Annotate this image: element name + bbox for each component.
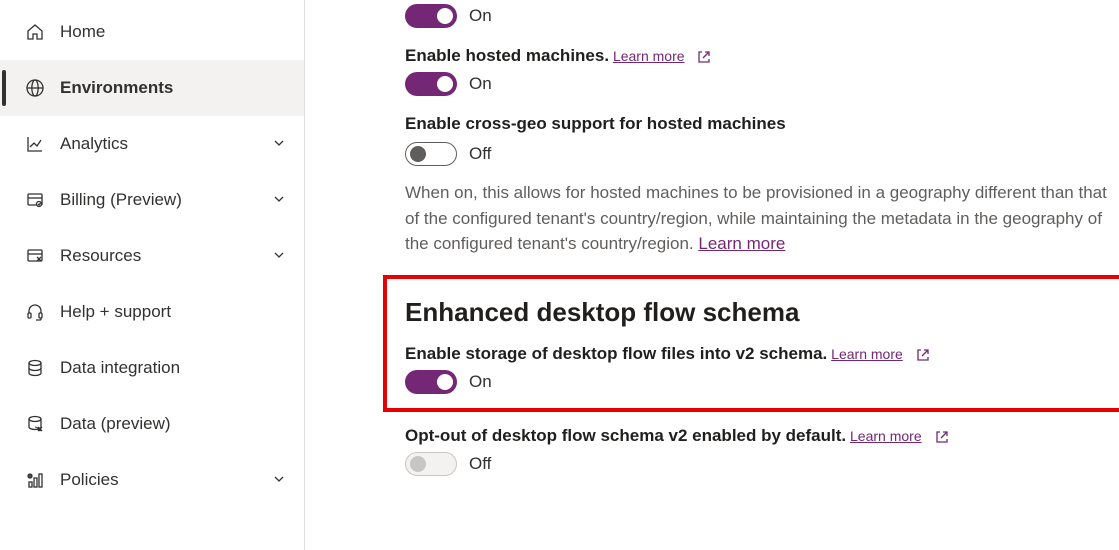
toggle-state-label: Off [469,454,491,474]
sidebar-item-help[interactable]: Help + support [0,284,304,340]
sidebar-item-environments[interactable]: Environments [0,60,304,116]
home-icon [24,21,46,43]
sidebar-item-resources[interactable]: Resources [0,228,304,284]
sidebar-item-label: Billing (Preview) [60,190,272,210]
toggle-state-label: Off [469,144,491,164]
data-preview-icon [24,413,46,435]
external-link-icon [934,429,950,445]
setting-label-hosted-machines: Enable hosted machines. [405,46,609,65]
sidebar-item-label: Data (preview) [60,414,288,434]
learn-more-link[interactable]: Learn more [613,48,685,64]
setting-label-cross-geo: Enable cross-geo support for hosted mach… [405,114,1119,134]
sidebar: Home Environments Analytics [0,0,305,550]
setting-label-schema-enable: Enable storage of desktop flow files int… [405,344,827,363]
billing-icon [24,189,46,211]
sidebar-item-label: Resources [60,246,272,266]
sidebar-item-analytics[interactable]: Analytics [0,116,304,172]
highlighted-section: Enhanced desktop flow schema Enable stor… [383,275,1119,412]
chevron-down-icon [272,248,288,264]
cross-geo-description: When on, this allows for hosted machines… [405,180,1119,257]
sidebar-item-data-integration[interactable]: Data integration [0,340,304,396]
policies-icon [24,469,46,491]
toggle-hosted-machines[interactable] [405,72,457,96]
toggle-unlabeled-top[interactable] [405,4,457,28]
sidebar-item-label: Policies [60,470,272,490]
sidebar-item-billing[interactable]: Billing (Preview) [0,172,304,228]
toggle-state-label: On [469,372,492,392]
globe-icon [24,77,46,99]
learn-more-link[interactable]: Learn more [698,234,785,253]
main-content: On Enable hosted machines. Learn more On… [305,0,1119,550]
sidebar-item-label: Environments [60,78,288,98]
sidebar-item-data-preview[interactable]: Data (preview) [0,396,304,452]
chevron-down-icon [272,136,288,152]
chevron-down-icon [272,192,288,208]
headset-icon [24,301,46,323]
resources-icon [24,245,46,267]
toggle-schema-optout [405,452,457,476]
learn-more-link[interactable]: Learn more [850,428,922,444]
section-title-schema: Enhanced desktop flow schema [405,297,1119,328]
analytics-icon [24,133,46,155]
toggle-state-label: On [469,6,492,26]
toggle-state-label: On [469,74,492,94]
sidebar-item-home[interactable]: Home [0,4,304,60]
learn-more-link[interactable]: Learn more [831,346,903,362]
sidebar-item-label: Analytics [60,134,272,154]
external-link-icon [696,49,712,65]
sidebar-item-policies[interactable]: Policies [0,452,304,508]
external-link-icon [915,347,931,363]
sidebar-item-label: Help + support [60,302,288,322]
chevron-down-icon [272,472,288,488]
sidebar-item-label: Data integration [60,358,288,378]
sidebar-item-label: Home [60,22,288,42]
setting-label-schema-optout: Opt-out of desktop flow schema v2 enable… [405,426,846,445]
toggle-schema-v2[interactable] [405,370,457,394]
database-icon [24,357,46,379]
toggle-cross-geo[interactable] [405,142,457,166]
